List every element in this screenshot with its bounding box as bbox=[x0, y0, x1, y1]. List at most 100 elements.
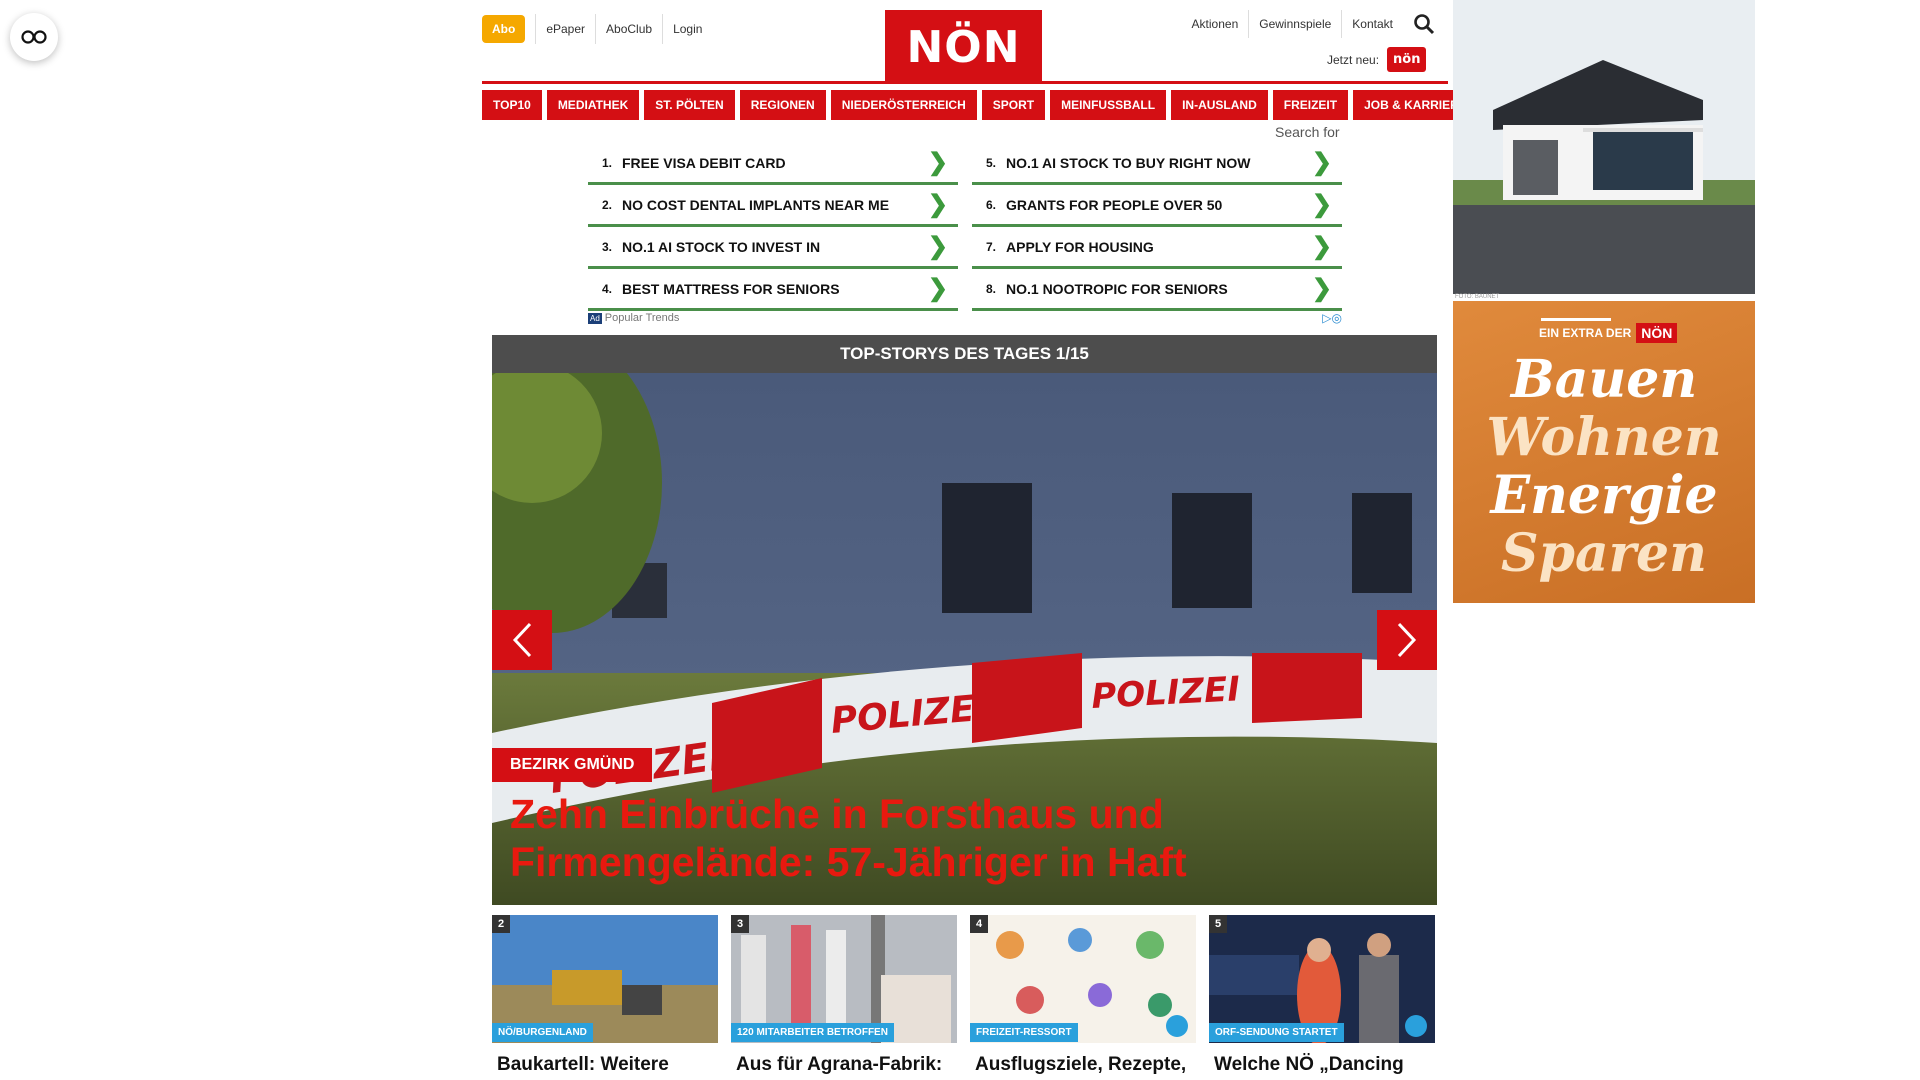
non-app-badge[interactable]: nön bbox=[1387, 47, 1427, 72]
ad-extra-label: EIN EXTRA DER NÖN bbox=[1539, 323, 1678, 343]
nav-freizeit[interactable]: FREIZEIT bbox=[1272, 90, 1349, 120]
aboclub-link[interactable]: AboClub bbox=[596, 14, 664, 44]
gewinnspiele-link[interactable]: Gewinnspiele bbox=[1249, 10, 1343, 38]
ad-link-number: 4. bbox=[601, 281, 612, 296]
ad-link-text: FREE VISA DEBIT CARD bbox=[622, 154, 786, 171]
chevron-right-icon: ❯ bbox=[927, 149, 948, 176]
accessibility-button[interactable] bbox=[10, 13, 58, 61]
carousel-next-button[interactable] bbox=[1377, 610, 1437, 670]
glasses-icon bbox=[21, 30, 47, 44]
nav-meinfussball[interactable]: MEINFUSSBALL bbox=[1050, 90, 1167, 120]
ad-link-number: 5. bbox=[985, 155, 996, 170]
abo-button[interactable]: Abo bbox=[482, 15, 526, 43]
nav-top10[interactable]: TOP10 bbox=[482, 90, 542, 120]
camera-icon bbox=[1166, 1015, 1188, 1037]
ad-link-number: 7. bbox=[985, 239, 996, 254]
story-card[interactable]: 3 120 MITARBEITER BETROFFEN Aus für Agra… bbox=[731, 915, 957, 1080]
category-nav: TOP10 MEDIATHEK ST. PÖLTEN REGIONEN NIED… bbox=[482, 90, 1478, 120]
jetzt-neu-label: Jetzt neu: bbox=[1327, 52, 1380, 67]
ad-link-number: 6. bbox=[985, 197, 996, 212]
nav-sport[interactable]: SPORT bbox=[981, 90, 1046, 120]
ad-link[interactable]: 6. GRANTS FOR PEOPLE OVER 50 ❯ bbox=[972, 185, 1342, 227]
carousel-prev-button[interactable] bbox=[492, 610, 552, 670]
story-title[interactable]: Baukartell: Weitere Millionen-Geldbuße bbox=[492, 1043, 718, 1080]
ad-footer-text[interactable]: Popular Trends bbox=[605, 312, 680, 324]
chevron-right-icon: ❯ bbox=[1311, 149, 1332, 176]
aktionen-link[interactable]: Aktionen bbox=[1182, 10, 1250, 38]
ad-link-text: BEST MATTRESS FOR SENIORS bbox=[622, 280, 840, 297]
ad-photo-credit: FOTO: BAUNET bbox=[1455, 294, 1500, 300]
ad-link[interactable]: 7. APPLY FOR HOUSING ❯ bbox=[972, 227, 1342, 269]
login-link[interactable]: Login bbox=[663, 14, 712, 44]
chevron-right-icon: ❯ bbox=[1311, 233, 1332, 260]
chevron-right-icon: ❯ bbox=[927, 233, 948, 260]
ad-link[interactable]: 2. NO COST DENTAL IMPLANTS NEAR ME ❯ bbox=[588, 185, 958, 227]
ad-link-text: NO.1 NOOTROPIC FOR SENIORS bbox=[1006, 280, 1228, 297]
ad-link-number: 3. bbox=[601, 239, 612, 254]
ad-link-number: 1. bbox=[601, 155, 612, 170]
header-divider bbox=[482, 81, 1448, 84]
story-rank: 2 bbox=[492, 915, 511, 933]
house-ad[interactable] bbox=[1453, 0, 1755, 294]
jetzt-neu[interactable]: Jetzt neu: nön bbox=[1327, 47, 1427, 72]
ad-link-text: NO.1 AI STOCK TO BUY RIGHT NOW bbox=[1006, 154, 1251, 171]
bauen-wohnen-ad[interactable]: EIN EXTRA DER NÖN Bauen Wohnen Energie S… bbox=[1453, 301, 1755, 603]
ad-badge: Ad bbox=[588, 312, 602, 324]
ad-link-text: APPLY FOR HOUSING bbox=[1006, 238, 1154, 255]
chevron-right-icon: ❯ bbox=[927, 191, 948, 218]
chevron-right-icon bbox=[1397, 622, 1417, 658]
chevron-right-icon: ❯ bbox=[927, 275, 948, 302]
story-label: NÖ/BURGENLAND bbox=[492, 1023, 593, 1042]
ad-link[interactable]: 1. FREE VISA DEBIT CARD ❯ bbox=[588, 143, 958, 185]
chevron-right-icon: ❯ bbox=[1311, 191, 1332, 218]
nav-regionen[interactable]: REGIONEN bbox=[739, 90, 826, 120]
ad-link[interactable]: 8. NO.1 NOOTROPIC FOR SENIORS ❯ bbox=[972, 269, 1342, 311]
story-card[interactable]: 2 NÖ/BURGENLAND Baukartell: Weitere Mill… bbox=[492, 915, 718, 1080]
story-rank: 3 bbox=[731, 915, 750, 933]
ad-accent-line bbox=[1541, 318, 1611, 321]
ad-word-bauen: Bauen bbox=[1510, 349, 1698, 410]
camera-icon bbox=[1405, 1015, 1427, 1037]
adchoices-icon[interactable]: ▷◎ bbox=[1322, 311, 1342, 325]
police-tape-text: POLIZEI bbox=[1090, 669, 1241, 717]
ad-footer: Ad Popular Trends ▷◎ bbox=[588, 311, 1342, 325]
top-nav-left: Abo ePaper AboClub Login bbox=[482, 14, 712, 44]
ad-link[interactable]: 4. BEST MATTRESS FOR SENIORS ❯ bbox=[588, 269, 958, 311]
hero-headline[interactable]: Zehn Einbrüche in Forsthaus und Firmenge… bbox=[510, 790, 1410, 886]
kontakt-link[interactable]: Kontakt bbox=[1342, 10, 1403, 38]
chevron-right-icon: ❯ bbox=[1311, 275, 1332, 302]
chevron-left-icon bbox=[512, 622, 532, 658]
ad-extra-brand: NÖN bbox=[1636, 323, 1678, 343]
story-card[interactable]: 4 FREIZEIT-RESSORT Ausflugsziele, Rezept… bbox=[970, 915, 1196, 1080]
nav-mediathek[interactable]: MEDIATHEK bbox=[546, 90, 640, 120]
ad-search-grid: 1. FREE VISA DEBIT CARD ❯ 5. NO.1 AI STOCK … bbox=[588, 143, 1342, 311]
story-label: FREIZEIT-RESSORT bbox=[970, 1023, 1078, 1042]
top-stories-bar: TOP-STORYS DES TAGES 1/15 bbox=[492, 335, 1437, 373]
story-label: ORF-SENDUNG STARTET bbox=[1209, 1023, 1344, 1042]
story-label: 120 MITARBEITER BETROFFEN bbox=[731, 1023, 894, 1042]
story-card[interactable]: 5 ORF-SENDUNG STARTET Welche NÖ „Dancing… bbox=[1209, 915, 1435, 1080]
ad-extra-text: EIN EXTRA DER bbox=[1539, 326, 1632, 340]
story-title[interactable]: Aus für Agrana-Fabrik: Gewerkschaft pläd… bbox=[731, 1043, 957, 1080]
ad-word-wohnen: Wohnen bbox=[1486, 407, 1722, 468]
ad-link[interactable]: 3. NO.1 AI STOCK TO INVEST IN ❯ bbox=[588, 227, 958, 269]
search-icon[interactable] bbox=[1413, 13, 1435, 35]
nav-niederoesterreich[interactable]: NIEDERÖSTERREICH bbox=[830, 90, 977, 120]
nav-st-poelten[interactable]: ST. PÖLTEN bbox=[644, 90, 735, 120]
ad-word-energie: Energie bbox=[1490, 465, 1718, 526]
ad-search-label: Search for bbox=[1275, 124, 1340, 140]
story-thumbnails: 2 NÖ/BURGENLAND Baukartell: Weitere Mill… bbox=[492, 915, 1437, 1080]
site-logo[interactable]: NÖN bbox=[885, 10, 1042, 84]
epaper-link[interactable]: ePaper bbox=[536, 14, 597, 44]
story-title[interactable]: Ausflugsziele, Rezepte, Gesundheitstipps… bbox=[970, 1043, 1196, 1080]
hero-category-tag[interactable]: BEZIRK GMÜND bbox=[492, 748, 653, 782]
ad-link-number: 2. bbox=[601, 197, 612, 212]
ad-word-sparen: Sparen bbox=[1501, 523, 1707, 584]
ad-link-text: NO COST DENTAL IMPLANTS NEAR ME bbox=[622, 196, 890, 213]
ad-link[interactable]: 5. NO.1 AI STOCK TO BUY RIGHT NOW ❯ bbox=[972, 143, 1342, 185]
story-rank: 5 bbox=[1209, 915, 1228, 933]
story-rank: 4 bbox=[970, 915, 989, 933]
story-title[interactable]: Welche NÖ „Dancing Stars“ ab morgen über… bbox=[1209, 1043, 1435, 1080]
top-links: ePaper AboClub Login bbox=[535, 14, 712, 44]
nav-in-ausland[interactable]: IN-AUSLAND bbox=[1171, 90, 1268, 120]
